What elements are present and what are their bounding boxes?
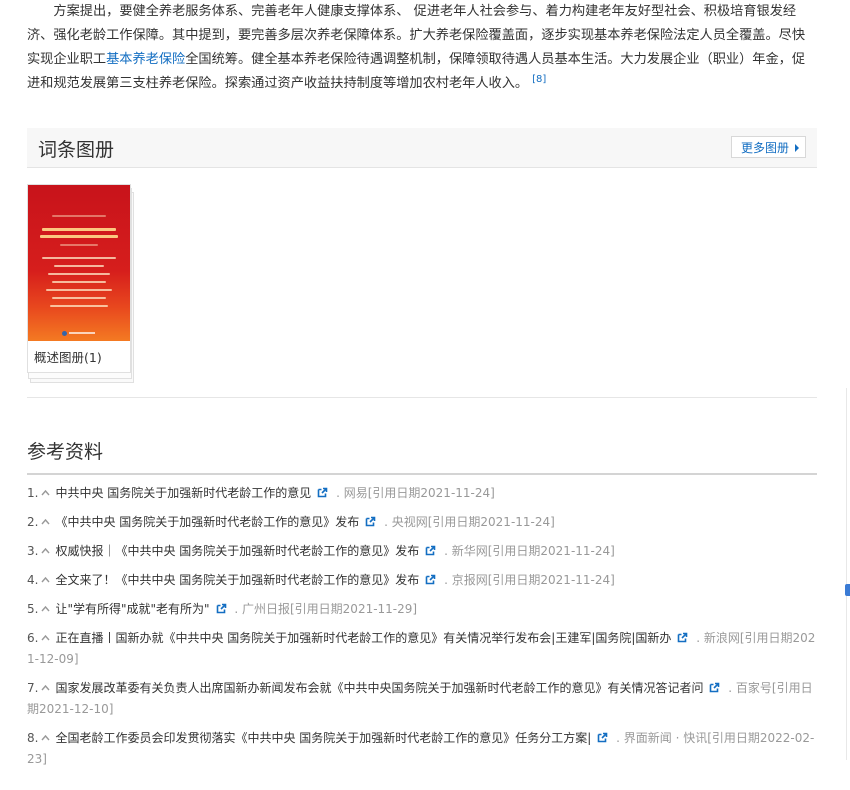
external-link-icon[interactable] — [677, 629, 688, 643]
reference-source: . 新华网[引用日期2021-11-24] — [440, 544, 615, 558]
reference-item: 6. 正在直播丨国新办就《中共中央 国务院关于加强新时代老龄工作的意见》有关情况举… — [27, 628, 817, 670]
side-scroll-track — [846, 388, 847, 760]
references-title: 参考资料 — [27, 441, 104, 463]
triangle-right-icon — [795, 144, 799, 152]
album-card[interactable]: 概述图册(1) — [27, 184, 134, 383]
reference-item: 2. 《中共中央 国务院关于加强新时代老龄工作的意见》发布 . 央视网[引用日期2… — [27, 512, 817, 533]
external-link-icon[interactable] — [216, 600, 227, 614]
more-albums-button[interactable]: 更多图册 — [730, 136, 806, 158]
reference-source: . 广州日报[引用日期2021-11-29] — [230, 602, 418, 616]
more-albums-label: 更多图册 — [740, 141, 789, 155]
reference-link[interactable]: 中共中央 国务院关于加强新时代老龄工作的意见 — [55, 486, 311, 500]
external-link-icon[interactable] — [425, 571, 436, 585]
caret-up-icon[interactable] — [41, 511, 50, 525]
caret-up-icon[interactable] — [41, 677, 50, 691]
caret-up-icon[interactable] — [41, 598, 50, 612]
caret-up-icon[interactable] — [41, 627, 50, 641]
inline-link-basic-pension[interactable]: 基本养老保险 — [106, 52, 185, 67]
external-link-icon[interactable] — [317, 484, 328, 498]
references-rule — [27, 473, 817, 475]
caret-up-icon[interactable] — [41, 727, 50, 741]
caret-up-icon[interactable] — [41, 482, 50, 496]
reference-item: 4. 全文来了！《中共中央 国务院关于加强新时代老龄工作的意见》发布 . 京报网[… — [27, 570, 817, 591]
reference-item: 7. 国家发展改革委有关负责人出席国新办新闻发布会就《中共中央国务院关于加强新时代… — [27, 678, 817, 720]
reference-number: 8. — [27, 731, 39, 745]
reference-item: 5. 让"学有所得"成就"老有所为" . 广州日报[引用日期2021-11-29] — [27, 599, 817, 620]
album-card-label: 概述图册(1) — [34, 350, 102, 365]
album-card-front[interactable]: 概述图册(1) — [27, 184, 131, 373]
album-header: 词条图册 更多图册 — [27, 128, 817, 168]
reference-source: . 京报网[引用日期2021-11-24] — [440, 573, 615, 587]
reference-number: 2. — [27, 515, 39, 529]
external-link-icon[interactable] — [709, 679, 720, 693]
caret-up-icon[interactable] — [41, 569, 50, 583]
reference-source: . 网易[引用日期2021-11-24] — [332, 486, 495, 500]
references-list: 1. 中共中央 国务院关于加强新时代老龄工作的意见 . 网易[引用日期2021-1… — [27, 483, 817, 778]
reference-link[interactable]: 《中共中央 国务院关于加强新时代老龄工作的意见》发布 — [55, 515, 359, 529]
reference-number: 1. — [27, 486, 39, 500]
reference-link[interactable]: 权威快报｜《中共中央 国务院关于加强新时代老龄工作的意见》发布 — [55, 544, 419, 558]
publisher-emblem-icon — [62, 331, 67, 336]
reference-source: . 央视网[引用日期2021-11-24] — [380, 515, 555, 529]
reference-link[interactable]: 正在直播丨国新办就《中共中央 国务院关于加强新时代老龄工作的意见》有关情况举行发… — [55, 631, 671, 645]
reference-item: 3. 权威快报｜《中共中央 国务院关于加强新时代老龄工作的意见》发布 . 新华网[… — [27, 541, 817, 562]
reference-link[interactable]: 国家发展改革委有关负责人出席国新办新闻发布会就《中共中央国务院关于加强新时代老龄… — [55, 681, 703, 695]
external-link-icon[interactable] — [365, 513, 376, 527]
album-title: 词条图册 — [38, 139, 115, 161]
section-divider — [27, 397, 817, 398]
reference-item: 8. 全国老龄工作委员会印发贯彻落实《中共中央 国务院关于加强新时代老龄工作的意见… — [27, 728, 817, 770]
external-link-icon[interactable] — [425, 542, 436, 556]
intro-paragraph: 方案提出，要健全养老服务体系、完善老年人健康支撑体系、 促进老年人社会参与、着力… — [27, 0, 817, 96]
reference-number: 7. — [27, 681, 39, 695]
reference-link[interactable]: 全国老龄工作委员会印发贯彻落实《中共中央 国务院关于加强新时代老龄工作的意见》任… — [55, 731, 591, 745]
reference-link[interactable]: 全文来了！《中共中央 国务院关于加强新时代老龄工作的意见》发布 — [55, 573, 419, 587]
reference-number: 5. — [27, 602, 39, 616]
reference-number: 6. — [27, 631, 39, 645]
reference-item: 1. 中共中央 国务院关于加强新时代老龄工作的意见 . 网易[引用日期2021-1… — [27, 483, 817, 504]
reference-number: 4. — [27, 573, 39, 587]
reference-link[interactable]: 让"学有所得"成就"老有所为" — [55, 602, 209, 616]
reference-number: 3. — [27, 544, 39, 558]
external-link-icon[interactable] — [597, 729, 608, 743]
caret-up-icon[interactable] — [41, 540, 50, 554]
album-cover-image — [28, 185, 130, 341]
side-scroll-handle[interactable] — [845, 584, 850, 596]
citation-8[interactable]: [8] — [532, 74, 546, 85]
